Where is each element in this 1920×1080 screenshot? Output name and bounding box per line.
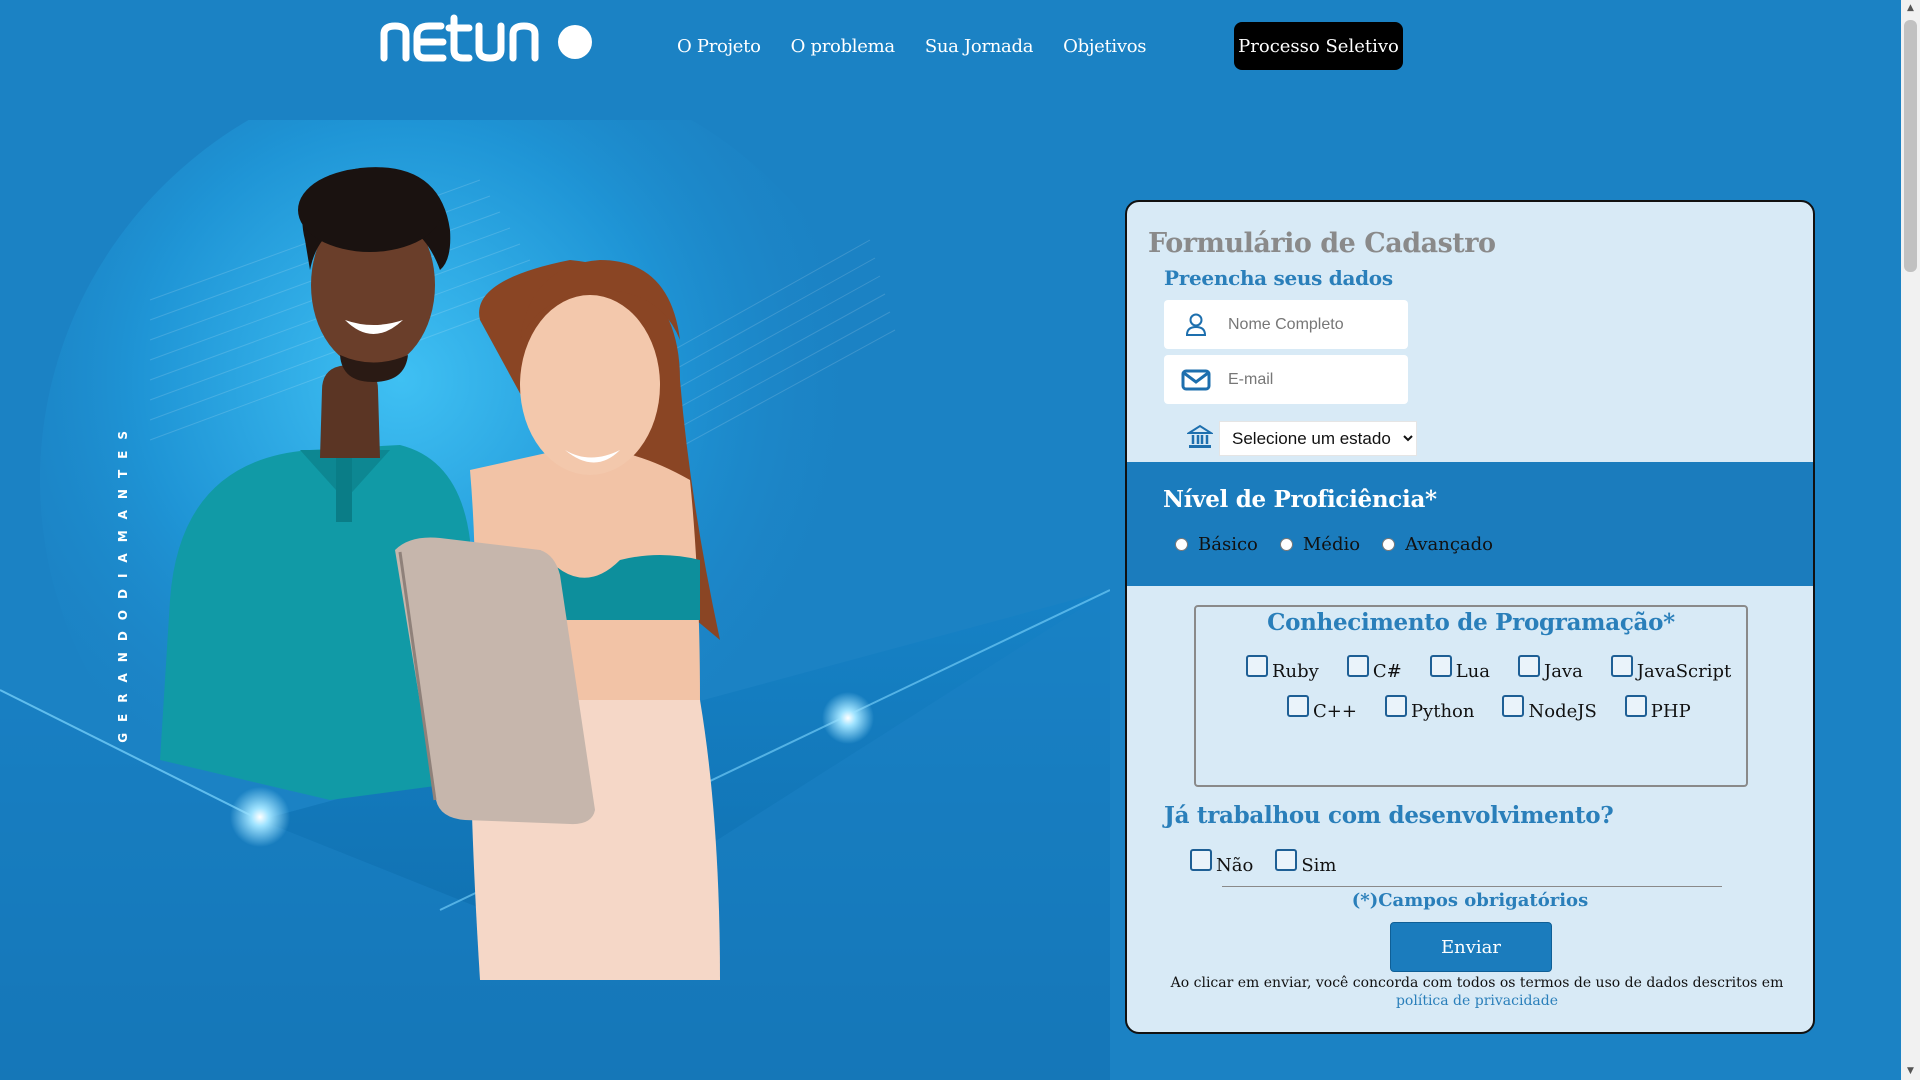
checkbox-sim[interactable]: Sim [1275,849,1336,876]
proficiency-title: Nível de Proficiência* [1163,486,1437,513]
checkbox-nao-label: Não [1216,855,1254,876]
checkbox-csharp-label: C# [1372,661,1402,682]
radio-avancado-label: Avançado [1405,534,1494,555]
radio-basico[interactable]: Básico [1175,534,1258,555]
scroll-up-icon[interactable]: ▲ [1901,0,1920,17]
checkbox-lua-box[interactable] [1429,655,1452,677]
nav-o-problema[interactable]: O problema [791,36,895,57]
radio-medio-label: Médio [1302,534,1361,555]
checkbox-java[interactable]: Java [1517,655,1583,682]
hero-illustration [0,120,1110,1080]
checkbox-lua[interactable]: Lua [1429,655,1490,682]
checkbox-cpp-box[interactable] [1287,695,1309,717]
programming-title: Conhecimento de Programação* [1267,609,1675,636]
checkbox-nodejs-box[interactable] [1502,695,1525,717]
email-input[interactable] [1228,370,1398,389]
checkbox-python-box[interactable] [1384,695,1407,717]
processo-seletivo-button[interactable]: Processo Seletivo [1234,22,1403,70]
checkbox-nodejs-label: NodeJS [1528,701,1597,722]
form-subtitle: Preencha seus dados [1164,266,1393,290]
checkbox-php-box[interactable] [1624,695,1647,717]
checkbox-php[interactable]: PHP [1624,695,1691,722]
experience-title: Já trabalhou com desenvolvimento? [1164,802,1614,829]
checkbox-nodejs[interactable]: NodeJS [1502,695,1597,722]
proficiency-section: Nível de Proficiência* Básico Médio Avan… [1127,462,1813,586]
radio-medio-input[interactable] [1279,538,1293,551]
experience-options: Não Sim [1190,849,1336,876]
checkbox-sim-label: Sim [1301,855,1337,876]
programming-section: Conhecimento de Programação* Ruby C# Lua… [1194,605,1748,787]
registration-form: Formulário de Cadastro Preencha seus dad… [1125,200,1815,1034]
envelope-icon [1164,369,1228,391]
checkbox-python-label: Python [1410,701,1475,722]
checkbox-cpp[interactable]: C++ [1287,695,1357,722]
nav-objetivos[interactable]: Objetivos [1063,36,1146,57]
proficiency-options: Básico Médio Avançado [1175,534,1493,555]
checkbox-sim-box[interactable] [1275,849,1298,871]
privacy-policy-link[interactable]: política de privacidade [1396,993,1558,1009]
checkbox-ruby-label: Ruby [1272,661,1319,682]
scroll-down-icon[interactable]: ▼ [1901,1063,1920,1080]
radio-basico-input[interactable] [1175,538,1188,551]
terms-body: Ao clicar em enviar, você concorda com t… [1170,975,1784,991]
checkbox-nao-box[interactable] [1190,849,1212,871]
checkbox-ruby-box[interactable] [1246,655,1268,677]
checkbox-javascript[interactable]: JavaScript [1610,655,1732,682]
checkbox-java-box[interactable] [1517,655,1540,677]
enviar-button[interactable]: Enviar [1390,922,1552,972]
radio-basico-label: Básico [1198,534,1258,555]
checkbox-javascript-label: JavaScript [1636,661,1732,682]
hero-section: GERANDODIAMANTES [0,120,1110,1080]
main-nav: O Projeto O problema Sua Jornada Objetiv… [677,36,1146,57]
checkbox-csharp-box[interactable] [1346,655,1369,677]
email-field [1164,355,1408,404]
terms-text: Ao clicar em enviar, você concorda com t… [1157,974,1797,1010]
checkbox-nao[interactable]: Não [1190,849,1253,876]
required-note: (*)Campos obrigatórios [1351,890,1589,911]
vertical-tagline: GERANDODIAMANTES [116,420,130,743]
state-row: Selecione um estado [1185,421,1417,456]
programming-row-2: C++ Python NodeJS PHP [1287,695,1691,722]
nav-sua-jornada[interactable]: Sua Jornada [925,36,1034,57]
scroll-thumb[interactable] [1904,20,1917,272]
checkbox-java-label: Java [1543,661,1583,682]
checkbox-lua-label: Lua [1455,661,1490,682]
checkbox-csharp[interactable]: C# [1346,655,1402,682]
netuno-logo[interactable] [379,14,597,64]
checkbox-php-label: PHP [1650,701,1691,722]
radio-avancado-input[interactable] [1382,538,1396,551]
nav-o-projeto[interactable]: O Projeto [677,36,761,57]
checkbox-python[interactable]: Python [1384,695,1475,722]
state-select[interactable]: Selecione um estado [1219,421,1417,456]
page-scrollbar[interactable]: ▲ ▼ [1901,0,1920,1080]
name-input[interactable] [1228,315,1398,334]
programming-row-1: Ruby C# Lua Java JavaScript [1246,655,1731,682]
user-icon [1164,313,1228,337]
name-field [1164,300,1408,349]
radio-avancado[interactable]: Avançado [1382,534,1493,555]
radio-medio[interactable]: Médio [1279,534,1361,555]
institution-icon [1185,424,1215,454]
checkbox-javascript-box[interactable] [1610,655,1633,677]
checkbox-ruby[interactable]: Ruby [1246,655,1319,682]
divider [1222,886,1722,887]
checkbox-cpp-label: C++ [1313,701,1357,722]
form-title: Formulário de Cadastro [1148,228,1496,259]
